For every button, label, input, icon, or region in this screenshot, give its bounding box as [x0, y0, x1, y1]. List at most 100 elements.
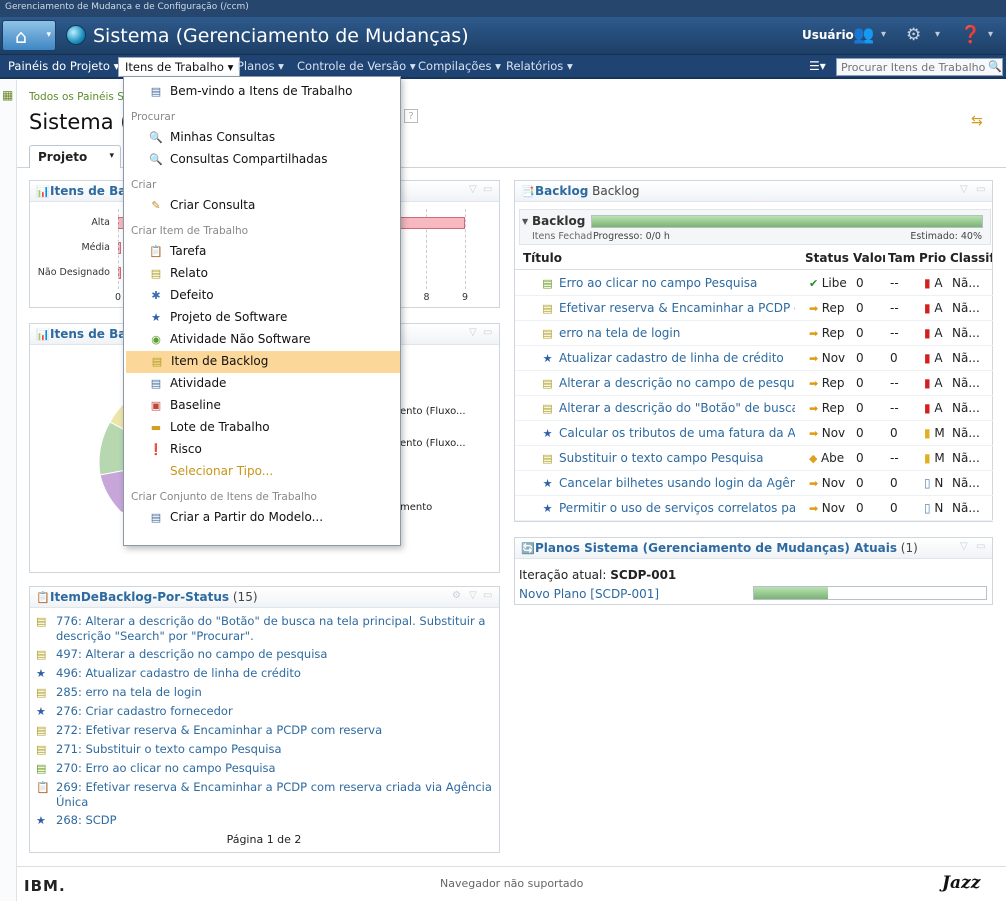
maximize-icon[interactable]: ▭ [483, 590, 492, 601]
tab-projeto[interactable]: Projeto ▾ [29, 145, 121, 168]
row-title-link[interactable]: Permitir o uso de serviços correlatos pa… [559, 501, 795, 515]
menu-item-consultas-compartilhadas[interactable]: 🔍 Consultas Compartilhadas [125, 149, 401, 171]
menu-item-criar-modelo[interactable]: ▤ Criar a Partir do Modelo... [125, 507, 401, 529]
list-item-link[interactable]: 276: Criar cadastro fornecedor [56, 704, 233, 719]
gear-icon[interactable]: ⚙ [906, 25, 921, 45]
refresh-icon[interactable]: ⇆ [971, 113, 983, 129]
table-row[interactable]: ▤ Alterar a descrição do "Botão" de busca… [515, 396, 993, 421]
col-classificacao[interactable]: Classifi [950, 251, 992, 265]
maximize-icon[interactable]: ▭ [976, 541, 985, 552]
relato-check-icon: ▤ [36, 762, 47, 775]
backlog-name[interactable]: Backlog [532, 214, 585, 228]
col-titulo[interactable]: Título [523, 251, 562, 265]
search-input[interactable] [836, 58, 1003, 76]
list-item-link[interactable]: 271: Substituir o texto campo Pesquisa [56, 742, 282, 757]
list-item-link[interactable]: 776: Alterar a descrição do "Botão" de b… [56, 614, 496, 644]
help-icon[interactable]: ? [404, 109, 418, 123]
search-scope-icon[interactable]: ☰▾ [809, 59, 826, 73]
menu-item-atividade-nao-software[interactable]: ◉ Atividade Não Software [125, 329, 401, 351]
table-row[interactable]: ★ Cancelar bilhetes usando login da Agên.… [515, 471, 993, 496]
col-prioridade[interactable]: Prior [919, 251, 947, 265]
list-item-link[interactable]: 496: Atualizar cadastro de linha de créd… [56, 666, 301, 681]
menu-item-welcome[interactable]: ▤ Bem-vindo a Itens de Trabalho [125, 81, 401, 103]
home-button[interactable]: ⌂ ▾ [2, 20, 56, 51]
row-title-link[interactable]: Alterar a descrição no campo de pesquisa [559, 376, 795, 390]
table-row[interactable]: ▤ Alterar a descrição no campo de pesquis… [515, 371, 993, 396]
people-icon[interactable]: 👥 [853, 25, 874, 45]
table-row[interactable]: ▤ Substituir o texto campo Pesquisa ◆ Abe 0… [515, 446, 993, 471]
row-value: 0 [856, 501, 864, 515]
menu-item-lote-trabalho[interactable]: ▬ Lote de Trabalho [125, 417, 401, 439]
breadcrumb[interactable]: Todos os Painéis Si [29, 91, 127, 103]
app-header: ⌂ ▾ Sistema (Gerenciamento de Mudanças) … [0, 17, 1006, 55]
col-valor[interactable]: Valor [853, 251, 885, 265]
maximize-icon[interactable]: ▭ [483, 184, 492, 195]
list-item-link[interactable]: 272: Efetivar reserva & Encaminhar a PCD… [56, 723, 382, 738]
table-row[interactable]: ★ Calcular os tributos de uma fatura da A… [515, 421, 993, 446]
gridline [426, 209, 428, 289]
menu-item-minhas-consultas[interactable]: 🔍 Minhas Consultas [125, 127, 401, 149]
menu-item-relato[interactable]: ▤ Relato [125, 263, 401, 285]
chevron-down-icon[interactable]: ▾ [935, 29, 940, 40]
list-item-link[interactable]: 268: SCDP [56, 813, 117, 828]
widget-title[interactable]: Planos Sistema (Gerenciamento de Mudança… [535, 541, 897, 555]
table-row[interactable]: ★ Atualizar cadastro de linha de crédito ➡… [515, 346, 993, 371]
nav-paineis[interactable]: Painéis do Projeto ▾ [8, 59, 119, 73]
plan-link[interactable]: Novo Plano [SCDP-001] [519, 587, 659, 601]
user-menu[interactable]: Usuário [802, 28, 854, 42]
settings-icon[interactable]: ⚙ [452, 590, 461, 601]
row-title-link[interactable]: Efetivar reserva & Encaminhar a PCDP c..… [559, 301, 795, 315]
menu-item-projeto-software[interactable]: ★ Projeto de Software [125, 307, 401, 329]
help-icon[interactable]: ❓ [960, 25, 981, 45]
col-status[interactable]: Status [805, 251, 850, 265]
table-row[interactable]: ▤ Efetivar reserva & Encaminhar a PCDP c.… [515, 296, 993, 321]
collapse-icon[interactable]: ▼ [522, 217, 528, 226]
chevron-down-icon[interactable]: ▽ [469, 327, 477, 338]
menu-item-risco[interactable]: ❗ Risco [125, 439, 401, 461]
nav-compilacoes[interactable]: Compilações ▾ [418, 59, 501, 73]
col-tam[interactable]: Tam [888, 251, 916, 265]
menu-item-baseline[interactable]: ▣ Baseline [125, 395, 401, 417]
row-title-link[interactable]: Cancelar bilhetes usando login da Agên..… [559, 476, 795, 490]
menu-item-defeito[interactable]: ✱ Defeito [125, 285, 401, 307]
chevron-down-icon[interactable]: ▽ [469, 590, 477, 601]
table-row[interactable]: ▤ Erro ao clicar no campo Pesquisa ✔ Libe 0… [515, 271, 993, 296]
row-title-link[interactable]: Atualizar cadastro de linha de crédito [559, 351, 795, 365]
menu-item-selecionar-tipo[interactable]: Selecionar Tipo... [125, 461, 401, 483]
list-item-link[interactable]: 497: Alterar a descrição no campo de pes… [56, 647, 327, 662]
dashboard-grid-icon[interactable]: ▦ [2, 88, 13, 102]
widget-title[interactable]: ItemDeBacklog-Por-Status [50, 590, 229, 604]
table-row[interactable]: ▤ erro na tela de login ➡ Rep 0 -- ▮ A Nã... [515, 321, 993, 346]
nav-itens-trabalho[interactable]: Itens de Trabalho ▾ [118, 57, 241, 77]
list-item-link[interactable]: 269: Efetivar reserva & Encaminhar a PCD… [56, 780, 496, 810]
chevron-down-icon[interactable]: ▾ [988, 29, 993, 40]
menu-item-criar-consulta[interactable]: ✎ Criar Consulta [125, 195, 401, 217]
maximize-icon[interactable]: ▭ [483, 327, 492, 338]
row-title-link[interactable]: Alterar a descrição do "Botão" de busca … [559, 401, 795, 415]
chevron-down-icon[interactable]: ▾ [109, 151, 114, 161]
nav-relatorios[interactable]: Relatórios ▾ [506, 59, 573, 73]
row-title-link[interactable]: Erro ao clicar no campo Pesquisa [559, 276, 795, 290]
maximize-icon[interactable]: ▭ [976, 184, 985, 195]
search-icon[interactable]: 🔍 [988, 60, 1002, 73]
list-item-link[interactable]: 285: erro na tela de login [56, 685, 202, 700]
nav-planos[interactable]: Planos ▾ [237, 59, 284, 73]
chevron-down-icon[interactable]: ▽ [960, 184, 968, 195]
row-title-link[interactable]: Calcular os tributos de uma fatura da Ag… [559, 426, 795, 440]
risk-icon: ❗ [149, 443, 163, 456]
table-row[interactable]: ★ Permitir o uso de serviços correlatos p… [515, 496, 993, 521]
menu-item-atividade[interactable]: ▤ Atividade [125, 373, 401, 395]
nav-controle-versao[interactable]: Controle de Versão ▾ [297, 59, 416, 73]
widget-title[interactable]: Itens de Bac [50, 327, 133, 341]
widget-title[interactable]: Backlog [535, 184, 588, 198]
relato-icon: ▤ [542, 327, 553, 340]
menu-item-item-backlog[interactable]: ▤ Item de Backlog [126, 351, 400, 373]
chevron-down-icon[interactable]: ▽ [960, 541, 968, 552]
list-item-link[interactable]: 270: Erro ao clicar no campo Pesquisa [56, 761, 276, 776]
chevron-down-icon[interactable]: ▾ [881, 29, 886, 40]
menu-item-tarefa[interactable]: 📋 Tarefa [125, 241, 401, 263]
chevron-down-icon[interactable]: ▽ [469, 184, 477, 195]
row-title-link[interactable]: Substituir o texto campo Pesquisa [559, 451, 795, 465]
row-title-link[interactable]: erro na tela de login [559, 326, 795, 340]
story-icon: ★ [151, 311, 161, 324]
